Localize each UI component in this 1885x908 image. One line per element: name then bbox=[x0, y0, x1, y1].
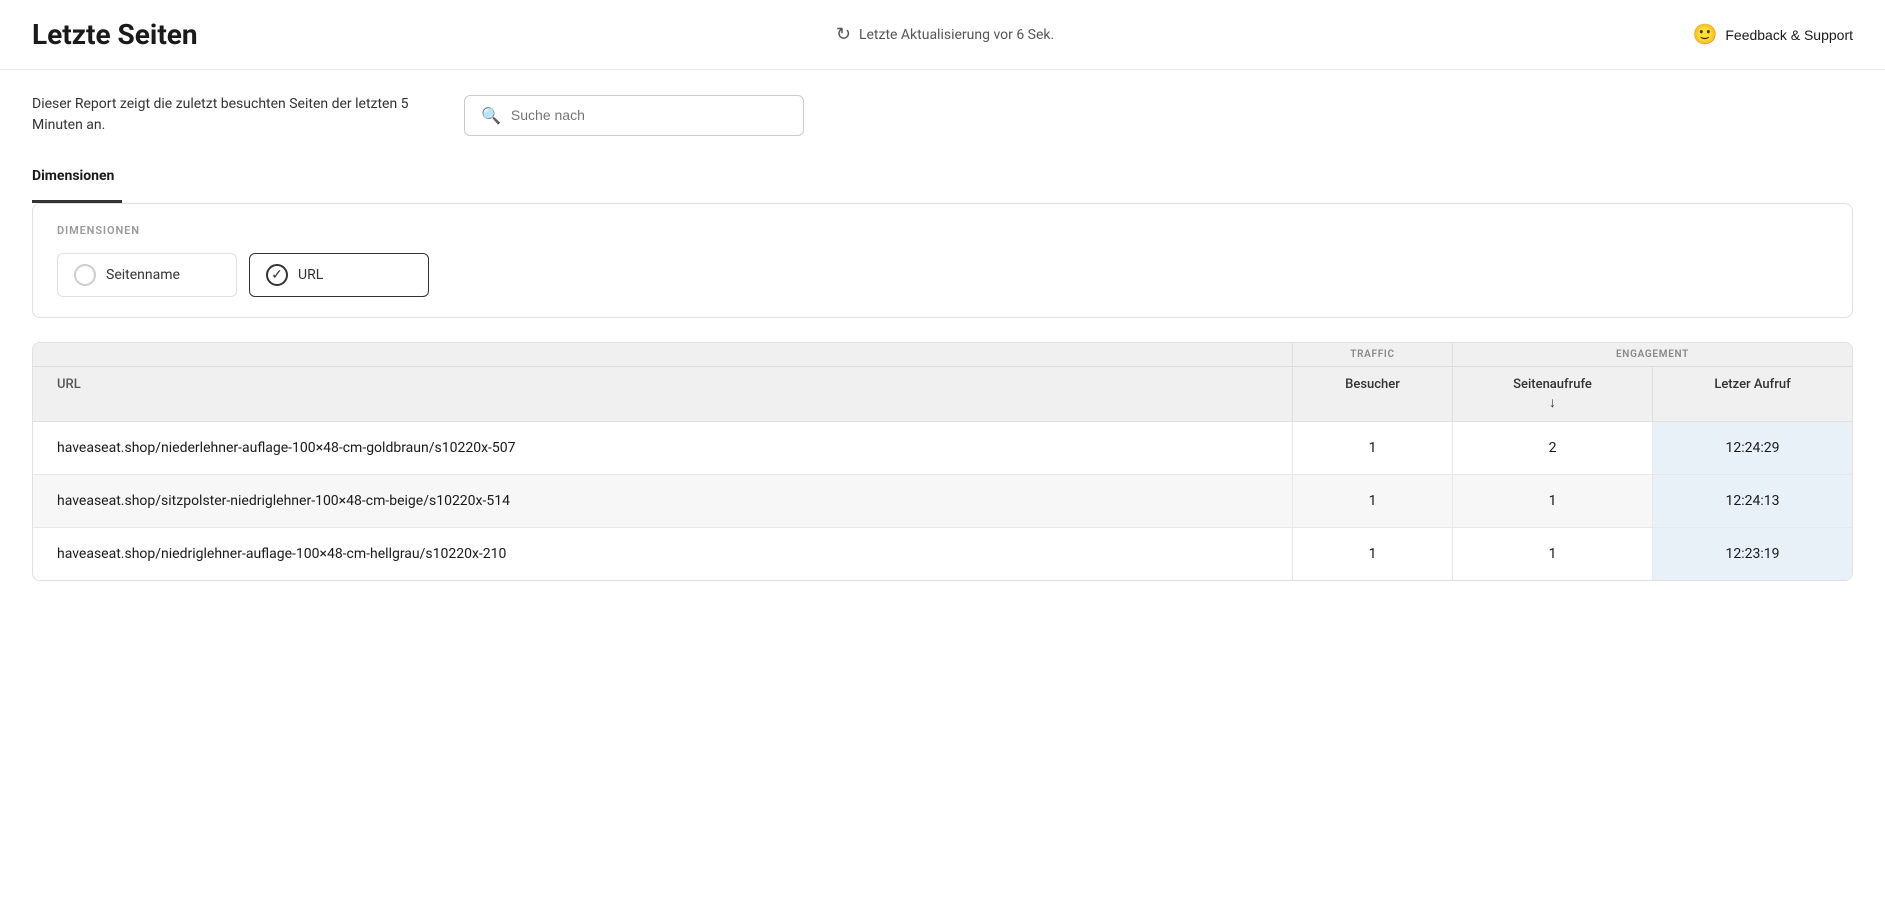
cell-seitenaufrufe: 2 bbox=[1452, 422, 1652, 474]
dimension-label-url: URL bbox=[298, 267, 323, 283]
cell-url: haveaseat.shop/niederlehner-auflage-100×… bbox=[33, 422, 1292, 474]
cell-seitenaufrufe: 1 bbox=[1452, 528, 1652, 580]
feedback-button[interactable]: 🙂 Feedback & Support bbox=[1692, 22, 1853, 47]
refresh-text: Letzte Aktualisierung vor 6 Sek. bbox=[859, 27, 1054, 43]
header-group-row: TRAFFIC ENGAGEMENT bbox=[33, 343, 1852, 367]
check-url: ✓ bbox=[266, 264, 288, 286]
sort-down-arrow: ↓ bbox=[1549, 394, 1556, 411]
content-area: Dieser Report zeigt die zuletzt besuchte… bbox=[0, 70, 1885, 605]
cell-besucher: 1 bbox=[1292, 422, 1452, 474]
dimensions-card-label: DIMENSIONEN bbox=[57, 224, 1828, 237]
table-row: haveaseat.shop/niedriglehner-auflage-100… bbox=[33, 528, 1852, 580]
table-section: TRAFFIC ENGAGEMENT URL Besucher Seitenau… bbox=[32, 342, 1853, 581]
description-search-row: Dieser Report zeigt die zuletzt besuchte… bbox=[32, 94, 1853, 136]
dimension-options: Seitenname ✓ URL bbox=[57, 253, 1828, 297]
table-row: haveaseat.shop/sitzpolster-niedriglehner… bbox=[33, 475, 1852, 528]
col-seitenaufrufe-header[interactable]: Seitenaufrufe ↓ bbox=[1452, 367, 1652, 421]
cell-seitenaufrufe: 1 bbox=[1452, 475, 1652, 527]
radio-seitenname bbox=[74, 264, 96, 286]
table-container: TRAFFIC ENGAGEMENT URL Besucher Seitenau… bbox=[32, 342, 1853, 581]
cell-letzter: 12:24:29 bbox=[1652, 422, 1852, 474]
header-col-row: URL Besucher Seitenaufrufe ↓ Letzer Aufr… bbox=[33, 367, 1852, 422]
table-rows-container: haveaseat.shop/niederlehner-auflage-100×… bbox=[33, 422, 1852, 580]
col-letzter-header: Letzer Aufruf bbox=[1652, 367, 1852, 421]
table-row: haveaseat.shop/niederlehner-auflage-100×… bbox=[33, 422, 1852, 475]
refresh-icon: ↻ bbox=[836, 24, 851, 45]
top-bar: Letzte Seiten ↻ Letzte Aktualisierung vo… bbox=[0, 0, 1885, 70]
search-input[interactable] bbox=[511, 107, 787, 123]
refresh-info: ↻ Letzte Aktualisierung vor 6 Sek. bbox=[222, 24, 1669, 45]
cell-besucher: 1 bbox=[1292, 528, 1452, 580]
col-besucher-header[interactable]: Besucher bbox=[1292, 367, 1452, 421]
search-icon: 🔍 bbox=[481, 106, 501, 125]
group-engagement-label: ENGAGEMENT bbox=[1452, 343, 1852, 366]
dimensions-title: Dimensionen bbox=[32, 168, 114, 184]
cell-url: haveaseat.shop/sitzpolster-niedriglehner… bbox=[33, 475, 1292, 527]
dimension-option-url[interactable]: ✓ URL bbox=[249, 253, 429, 297]
dimension-option-seitenname[interactable]: Seitenname bbox=[57, 253, 237, 297]
group-traffic-label: TRAFFIC bbox=[1292, 343, 1452, 366]
cell-letzter: 12:24:13 bbox=[1652, 475, 1852, 527]
cell-besucher: 1 bbox=[1292, 475, 1452, 527]
description-text: Dieser Report zeigt die zuletzt besuchte… bbox=[32, 94, 432, 136]
smiley-icon: 🙂 bbox=[1692, 22, 1717, 47]
feedback-label: Feedback & Support bbox=[1725, 27, 1853, 43]
cell-letzter: 12:23:19 bbox=[1652, 528, 1852, 580]
search-box[interactable]: 🔍 bbox=[464, 95, 804, 136]
cell-url: haveaseat.shop/niedriglehner-auflage-100… bbox=[33, 528, 1292, 580]
dimensions-card: DIMENSIONEN Seitenname ✓ URL bbox=[32, 203, 1853, 318]
dimensions-section: Dimensionen DIMENSIONEN Seitenname ✓ URL bbox=[32, 168, 1853, 318]
dimension-label-seitenname: Seitenname bbox=[106, 267, 180, 283]
page-title: Letzte Seiten bbox=[32, 18, 198, 51]
url-spacer bbox=[33, 343, 1292, 366]
col-url-header: URL bbox=[33, 367, 1292, 421]
